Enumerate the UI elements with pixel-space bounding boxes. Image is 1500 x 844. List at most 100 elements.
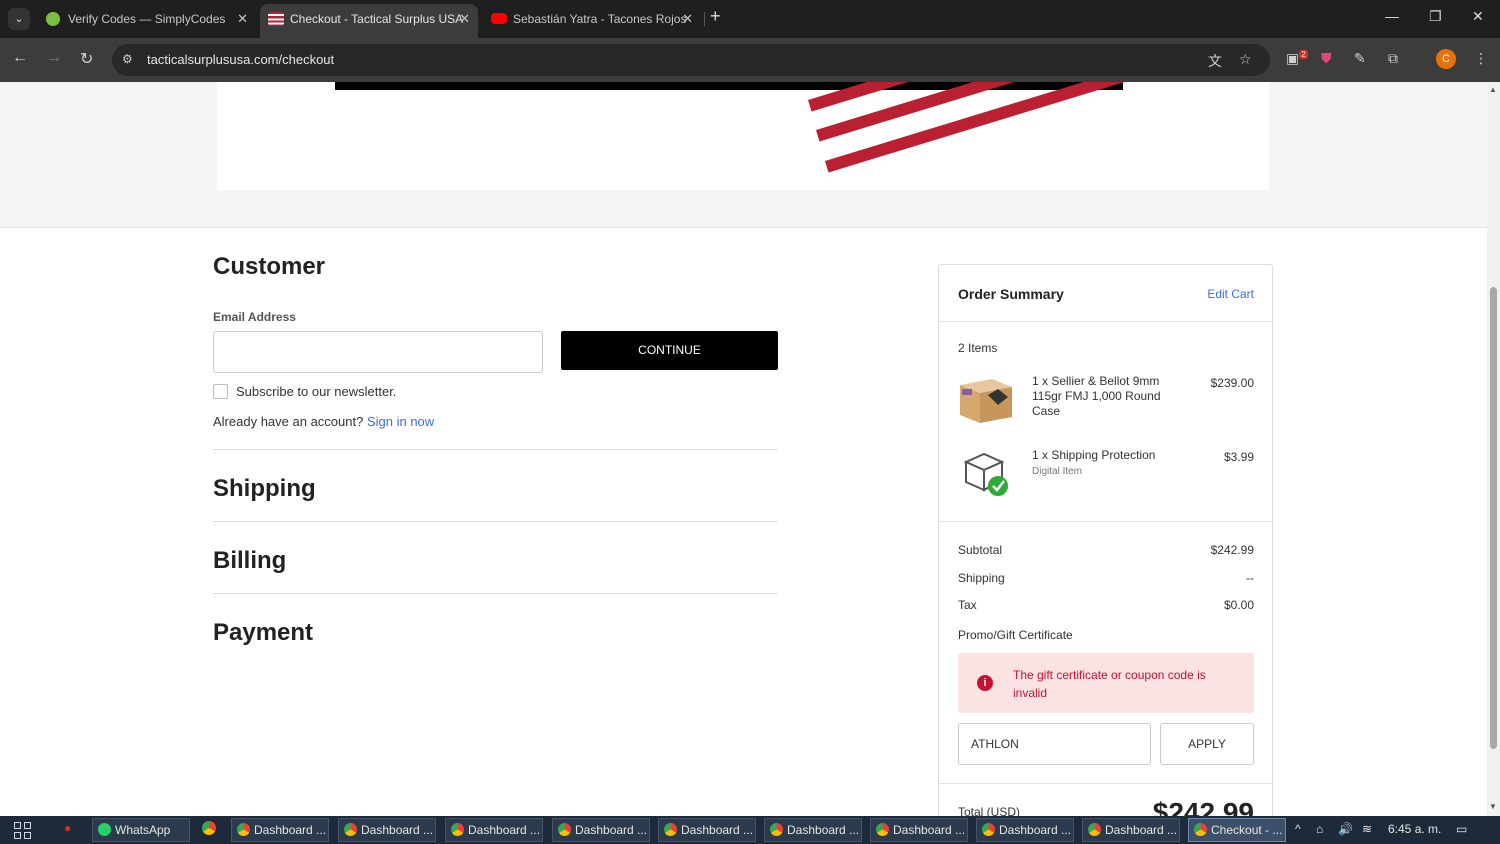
summary-divider	[939, 521, 1272, 522]
subtotal-value: $242.99	[1210, 543, 1254, 557]
tab-youtube[interactable]: Sebastián Yatra - Tacones Rojos ✕	[483, 4, 701, 38]
taskbar-label: Dashboard ...	[254, 823, 327, 837]
coupon-code-input[interactable]: ATHLON	[958, 723, 1151, 765]
item-price: $3.99	[1223, 450, 1254, 464]
address-bar[interactable]: ⚙ tacticalsurplususa.com/checkout 文 ☆	[112, 44, 1270, 76]
forward-icon[interactable]: →	[46, 49, 62, 67]
sign-in-link[interactable]: Sign in now	[367, 414, 434, 429]
start-menu-icon[interactable]	[14, 822, 32, 840]
chrome-icon	[982, 823, 995, 836]
header-banner	[0, 82, 1487, 228]
email-field[interactable]	[213, 331, 543, 373]
taskbar-item-dashboard[interactable]: Dashboard ...	[552, 818, 650, 842]
taskbar-item-dashboard[interactable]: Dashboard ...	[764, 818, 862, 842]
restore-icon[interactable]: ❐	[1429, 8, 1442, 25]
url-text[interactable]: tacticalsurplususa.com/checkout	[147, 52, 334, 67]
chrome-icon	[1088, 823, 1101, 836]
shield-icon[interactable]: ⛊	[1321, 50, 1332, 67]
tax-label: Tax	[958, 598, 977, 612]
bookmark-star-icon[interactable]: ☆	[1239, 51, 1252, 68]
extension-icon[interactable]: ▣ 2	[1286, 50, 1308, 67]
scroll-up-icon[interactable]: ▲	[1489, 85, 1497, 94]
app-pinned-icon[interactable]: ●	[64, 821, 71, 835]
taskbar-item-checkout[interactable]: Checkout - ...	[1188, 818, 1286, 842]
scroll-down-icon[interactable]: ▼	[1489, 802, 1497, 811]
clock[interactable]: 6:45 a. m.	[1388, 822, 1441, 836]
puzzle-icon[interactable]: ⧉	[1388, 50, 1398, 67]
simplycodes-icon	[46, 12, 60, 26]
email-label: Email Address	[213, 310, 296, 324]
close-tab-icon[interactable]: ✕	[237, 4, 248, 34]
taskbar-item-dashboard[interactable]: Dashboard ...	[231, 818, 329, 842]
chrome-icon	[1194, 823, 1207, 836]
translate-icon[interactable]: 文	[1208, 51, 1222, 71]
wifi-icon[interactable]: ≋	[1362, 822, 1372, 836]
page-scrollbar[interactable]: ▲ ▼	[1487, 82, 1500, 816]
reload-icon[interactable]: ↻	[80, 49, 93, 69]
tray-chevron-icon[interactable]: ^	[1295, 822, 1301, 836]
taskbar-item-dashboard[interactable]: Dashboard ...	[338, 818, 436, 842]
chrome-icon	[344, 823, 357, 836]
taskbar-item-dashboard[interactable]: Dashboard ...	[870, 818, 968, 842]
close-tab-icon[interactable]: ✕	[682, 4, 693, 34]
notification-icon[interactable]: ▭	[1456, 822, 1467, 836]
logo-stripe	[825, 82, 1183, 173]
tab-title: Checkout - Tactical Surplus USA	[290, 12, 464, 26]
subtotal-label: Subtotal	[958, 543, 1003, 557]
tax-value: $0.00	[1223, 598, 1254, 612]
chrome-pinned-icon[interactable]	[202, 821, 216, 838]
shipping-heading[interactable]: Shipping	[213, 475, 316, 503]
menu-dots-icon[interactable]: ⋮	[1474, 50, 1488, 67]
error-info-icon: i	[977, 675, 993, 691]
taskbar-item-dashboard[interactable]: Dashboard ...	[658, 818, 756, 842]
extension-badge: 2	[1299, 50, 1308, 60]
item-name: 1 x Shipping Protection	[1032, 448, 1156, 462]
site-info-icon[interactable]: ⚙	[122, 52, 133, 66]
total-value: $242.99	[1152, 797, 1254, 816]
section-divider	[213, 593, 778, 594]
order-summary: Order Summary Edit Cart 2 Items 1 x Sell…	[938, 264, 1273, 816]
apply-coupon-button[interactable]: APPLY	[1160, 723, 1254, 765]
payment-heading[interactable]: Payment	[213, 619, 313, 647]
item-price: $239.00	[1210, 376, 1254, 390]
feather-icon[interactable]: ✎	[1354, 50, 1366, 67]
close-window-icon[interactable]: ✕	[1472, 8, 1484, 25]
browser-toolbar: ← → ↻ ⚙ tacticalsurplususa.com/checkout …	[0, 38, 1500, 82]
taskbar-item-dashboard[interactable]: Dashboard ...	[976, 818, 1074, 842]
ammo-case-image	[960, 379, 1012, 423]
volume-icon[interactable]: 🔊	[1338, 822, 1353, 836]
logo-area	[217, 82, 1269, 190]
tab-checkout[interactable]: Checkout - Tactical Surplus USA ✕	[260, 4, 478, 38]
taskbar-label: Dashboard ...	[575, 823, 648, 837]
profile-avatar[interactable]: C	[1436, 49, 1456, 69]
continue-button[interactable]: CONTINUE	[561, 331, 778, 370]
scroll-thumb[interactable]	[1490, 287, 1497, 749]
shipping-value: --	[1246, 571, 1254, 585]
billing-heading[interactable]: Billing	[213, 547, 286, 575]
chrome-icon	[876, 823, 889, 836]
taskbar-item-whatsapp[interactable]: WhatsApp	[92, 818, 190, 842]
chrome-icon	[237, 823, 250, 836]
tab-search-icon[interactable]: ⌄	[8, 8, 30, 30]
youtube-icon	[491, 13, 507, 24]
item-subtitle: Digital Item	[1032, 466, 1083, 477]
account-prompt: Already have an account? Sign in now	[213, 414, 434, 429]
taskbar-item-dashboard[interactable]: Dashboard ...	[445, 818, 543, 842]
summary-divider	[939, 783, 1272, 784]
tab-verify-codes[interactable]: Verify Codes — SimplyCodes ✕	[38, 4, 256, 38]
network-icon[interactable]: ⌂	[1316, 822, 1323, 836]
edit-cart-link[interactable]: Edit Cart	[1207, 287, 1254, 301]
minimize-icon[interactable]: —	[1385, 8, 1399, 24]
customer-heading: Customer	[213, 253, 326, 280]
taskbar-label: Dashboard ...	[893, 823, 966, 837]
newsletter-checkbox[interactable]	[213, 384, 228, 399]
close-tab-icon[interactable]: ✕	[459, 4, 470, 34]
back-icon[interactable]: ←	[12, 49, 28, 67]
shipping-protection-icon	[963, 452, 1008, 496]
taskbar-item-dashboard[interactable]: Dashboard ...	[1082, 818, 1180, 842]
summary-divider	[939, 321, 1272, 322]
tab-title: Verify Codes — SimplyCodes	[68, 12, 226, 26]
items-count: 2 Items	[958, 341, 998, 355]
new-tab-icon[interactable]: +	[710, 6, 721, 27]
taskbar-label: Dashboard ...	[1105, 823, 1178, 837]
